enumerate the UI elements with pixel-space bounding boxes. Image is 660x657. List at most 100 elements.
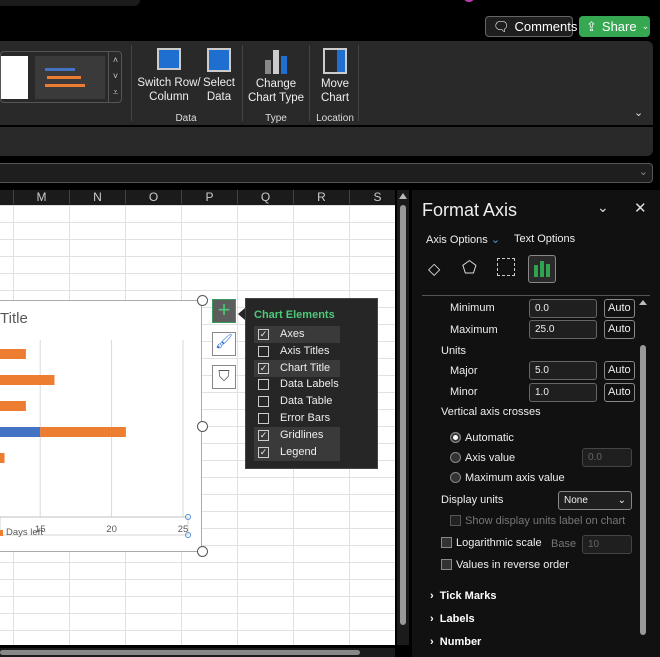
switch-row-column-button[interactable]: Switch Row/ Column — [136, 46, 202, 106]
chart-style-thumb-1[interactable] — [1, 56, 28, 99]
axis-value-radio[interactable] — [450, 452, 461, 463]
major-auto-button[interactable]: Auto — [604, 361, 635, 380]
chart-legend[interactable]: Days left — [0, 527, 43, 538]
checkbox[interactable]: ✓ — [258, 362, 269, 374]
fill-line-icon[interactable]: ◇ — [428, 259, 440, 279]
chart-styles-button[interactable]: 🖌 — [212, 332, 236, 356]
bar-segment — [0, 349, 26, 359]
checkbox[interactable] — [258, 396, 269, 408]
maximum-auto-button[interactable]: Auto — [604, 320, 635, 339]
legend-swatch — [0, 529, 3, 536]
switch-row-column-icon — [157, 48, 181, 70]
section-number[interactable]: › Number — [430, 636, 481, 648]
checkbox[interactable]: ✓ — [258, 329, 269, 340]
chevron-down-icon: ⌄ — [490, 234, 501, 246]
checkbox[interactable]: ✓ — [258, 446, 269, 458]
base-input[interactable]: 10 — [582, 535, 632, 554]
avatar[interactable] — [464, 0, 474, 2]
chart-filters-button[interactable]: ⛉ — [212, 365, 236, 389]
column-header-O[interactable]: O — [125, 190, 181, 204]
bar-segment — [0, 401, 26, 411]
chevron-down-icon: ⌄ — [617, 495, 626, 506]
section-tick-marks[interactable]: › Tick Marks — [430, 590, 496, 602]
automatic-radio[interactable] — [450, 432, 461, 443]
resize-handle[interactable] — [197, 546, 208, 557]
chart-style-gallery[interactable]: ˄ ˅ ⩡ — [0, 51, 122, 103]
bar-segment — [40, 427, 126, 437]
show-units-checkbox[interactable] — [450, 515, 461, 526]
vertical-scrollbar[interactable] — [397, 190, 409, 645]
minor-input[interactable]: 1.0 — [529, 383, 597, 402]
select-data-button[interactable]: Select Data — [202, 46, 236, 106]
share-icon: ⇪ — [586, 18, 597, 34]
chevron-down-icon: ⌄ — [641, 21, 650, 31]
comment-icon: 🗨 — [493, 18, 510, 34]
plus-icon: + — [217, 297, 231, 322]
checkbox[interactable]: ✓ — [258, 429, 269, 441]
axis-value-input[interactable]: 0.0 — [582, 448, 632, 467]
close-icon[interactable]: ✕ — [634, 199, 647, 217]
checkbox[interactable] — [258, 345, 269, 357]
major-input[interactable]: 5.0 — [529, 361, 597, 380]
minimum-input[interactable]: 0.0 — [529, 299, 597, 318]
horizontal-scrollbar[interactable] — [0, 648, 395, 657]
share-button[interactable]: ⇪ Share ⌄ — [579, 16, 650, 37]
tab-axis-options[interactable]: Axis Options ⌄ — [426, 233, 500, 246]
bar-segment — [0, 375, 55, 385]
reverse-order-checkbox[interactable] — [441, 559, 452, 570]
resize-handle[interactable] — [197, 421, 208, 432]
minor-auto-button[interactable]: Auto — [604, 383, 635, 402]
change-chart-type-button[interactable]: Change Chart Type — [247, 46, 305, 106]
title-bar-search-remnant — [0, 0, 140, 6]
logarithmic-checkbox[interactable] — [441, 537, 452, 548]
pane-scrollbar[interactable] — [639, 300, 647, 650]
axis-options-icon[interactable] — [528, 255, 556, 283]
tab-text-options[interactable]: Text Options — [514, 233, 575, 245]
chart-element-gridlines[interactable]: ✓ Gridlines — [254, 426, 340, 444]
section-labels[interactable]: › Labels — [430, 613, 475, 625]
column-header-M[interactable]: M — [13, 190, 69, 204]
column-header-Q[interactable]: Q — [237, 190, 293, 204]
chart-element-error-bars[interactable]: Error Bars — [254, 410, 340, 427]
select-data-icon — [207, 48, 231, 72]
pane-title: Format Axis — [422, 200, 518, 220]
chart-element-data-table[interactable]: Data Table — [254, 393, 340, 410]
maximum-axis-value-radio[interactable] — [450, 472, 461, 483]
chart-element-data-labels[interactable]: Data Labels — [254, 376, 340, 393]
checkbox[interactable] — [258, 413, 269, 424]
comments-button[interactable]: 🗨 Comments — [485, 16, 577, 37]
chart-style-thumb-2[interactable] — [35, 56, 105, 99]
filter-icon: ⛉ — [218, 368, 230, 385]
formula-expand-chevron-icon[interactable]: ⌄ — [639, 165, 648, 178]
column-header-N[interactable]: N — [69, 190, 125, 204]
chart-plot[interactable]: 15 20 25 — [0, 340, 200, 550]
bar-segment — [0, 453, 5, 463]
chart-element-chart-title[interactable]: ✓ Chart Title — [254, 359, 340, 377]
ribbon-collapse-chevron-icon[interactable]: ⌄ — [634, 106, 643, 119]
chart-element-axes[interactable]: ✓ Axes — [254, 326, 340, 343]
move-chart-button[interactable]: Move Chart — [313, 46, 357, 106]
chart-title[interactable]: Title — [0, 310, 28, 327]
move-chart-icon — [323, 48, 347, 74]
bar-segment — [0, 427, 41, 437]
chart-elements-flyout: Chart Elements ✓ Axes Axis Titles ✓ Chart Ti… — [245, 298, 378, 469]
resize-handle[interactable] — [197, 295, 208, 306]
chart-element-legend[interactable]: ✓ Legend — [254, 443, 340, 461]
size-properties-icon[interactable] — [497, 258, 515, 276]
display-units-select[interactable]: None ⌄ — [558, 491, 632, 510]
pane-options-chevron-icon[interactable]: ⌄ — [597, 199, 609, 216]
ribbon-lower-band — [0, 127, 653, 156]
gallery-scroll[interactable]: ˄ ˅ ⩡ — [108, 52, 122, 102]
column-header-P[interactable]: P — [181, 190, 237, 204]
chart-elements-button[interactable]: + — [212, 299, 236, 323]
paintbrush-icon: 🖌 — [215, 333, 233, 349]
minimum-auto-button[interactable]: Auto — [604, 299, 635, 318]
formula-bar[interactable]: ⌄ — [0, 163, 653, 183]
effects-pentagon-icon[interactable]: ⬠ — [462, 258, 477, 278]
x-tick-label: 20 — [106, 524, 117, 535]
bar-chart-icon — [264, 48, 288, 74]
column-header-R[interactable]: R — [293, 190, 349, 204]
maximum-input[interactable]: 25.0 — [529, 320, 597, 339]
chart-element-axis-titles[interactable]: Axis Titles — [254, 343, 340, 360]
checkbox[interactable] — [258, 379, 269, 391]
